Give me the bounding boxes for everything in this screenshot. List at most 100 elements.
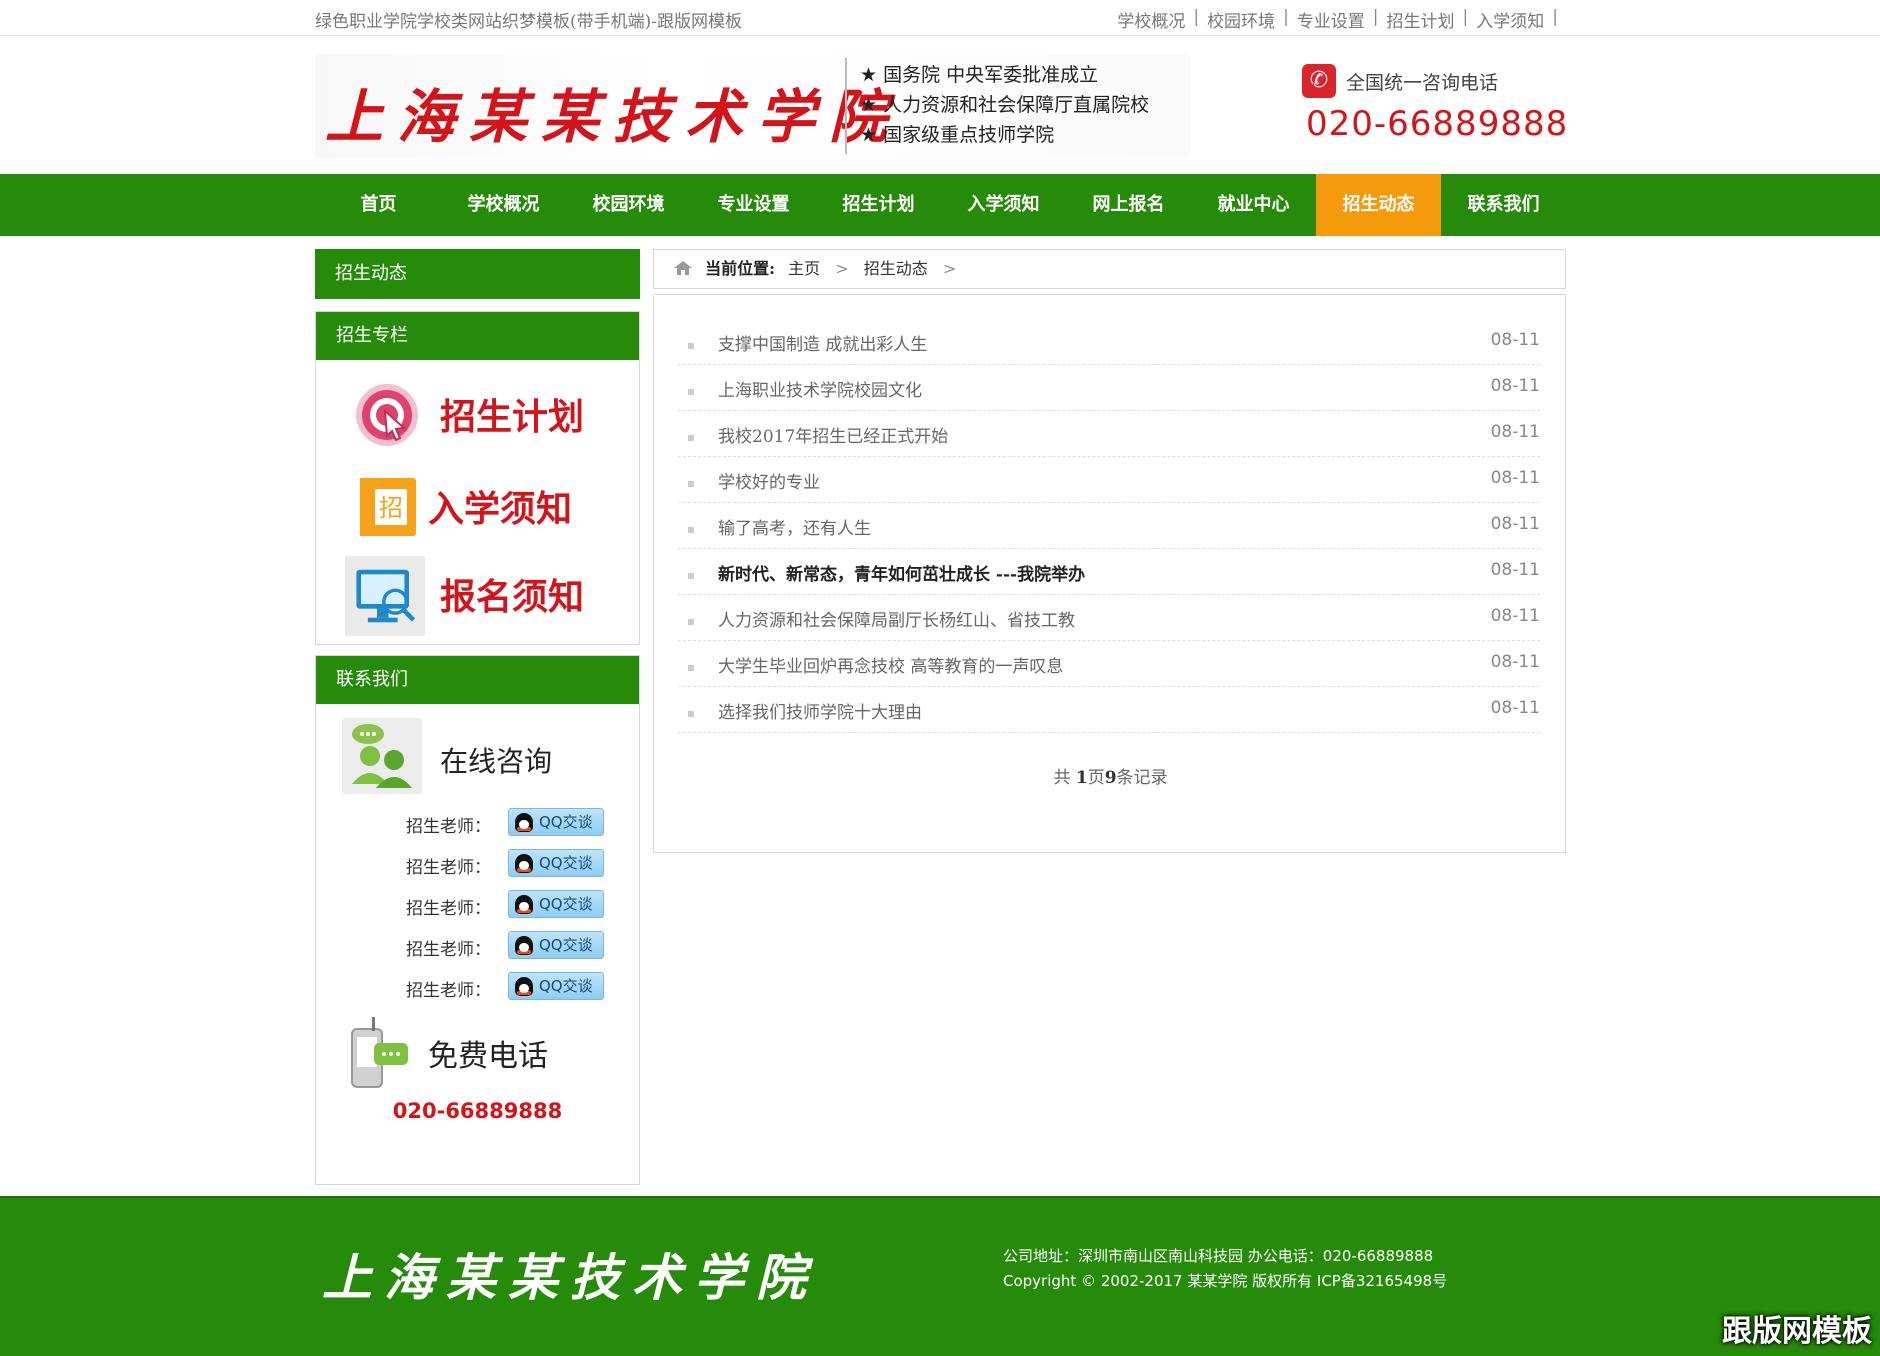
- top-link-majors[interactable]: 专业设置: [1297, 7, 1365, 32]
- breadcrumb-current[interactable]: 招生动态: [864, 259, 928, 278]
- news-item[interactable]: 我校2017年招生已经正式开始 08-11: [678, 411, 1540, 457]
- top-link-admission-notice[interactable]: 入学须知: [1476, 7, 1544, 32]
- breadcrumb-home[interactable]: 主页: [788, 259, 820, 278]
- bullet: [688, 389, 694, 395]
- bullet: [688, 573, 694, 579]
- qq-row: 招生老师： QQ交谈: [316, 804, 639, 845]
- news-title[interactable]: 大学生毕业回炉再念技校 高等教育的一声叹息: [718, 652, 1063, 677]
- promo-label: 招生计划: [440, 397, 585, 438]
- footer-copyright: Copyright © 2002-2017 某某学院 版权所有 ICP备3216…: [1003, 1272, 1448, 1290]
- footer: 上海某某技术学院 公司地址：深圳市南山区南山科技园 办公电话：020-66889…: [0, 1196, 1880, 1356]
- free-call: 免费电话: [316, 1009, 639, 1099]
- nav-item-contact[interactable]: 联系我们: [1441, 174, 1566, 236]
- nav-item-enrollment-news[interactable]: 招生动态: [1316, 174, 1441, 236]
- news-date: 08-11: [1490, 560, 1540, 580]
- hotline-label: 全国统一咨询电话: [1346, 72, 1499, 94]
- breadcrumb-prefix: 当前位置:: [705, 259, 776, 278]
- site-title: 绿色职业学院学校类网站织梦模板(带手机端)-跟版网模板: [315, 12, 743, 32]
- qq-row: 招生老师： QQ交谈: [316, 927, 639, 968]
- qq-chat-button[interactable]: QQ交谈: [508, 808, 604, 836]
- chat-users-icon: [342, 718, 422, 794]
- nav-item-school-overview[interactable]: 学校概况: [441, 174, 566, 236]
- news-title[interactable]: 人力资源和社会保障局副厅长杨红山、省技工教: [718, 606, 1075, 631]
- news-title[interactable]: 上海职业技术学院校园文化: [718, 376, 922, 401]
- bullet: [688, 711, 694, 717]
- qq-chat-label: QQ交谈: [539, 977, 593, 995]
- promo-admission-notice[interactable]: 招 入学须知: [316, 462, 639, 544]
- news-title[interactable]: 输了高考，还有人生: [718, 514, 871, 539]
- qq-chat-label: QQ交谈: [539, 854, 593, 872]
- watermark-logo: 跟版网模板: [1722, 1314, 1872, 1349]
- nav-item-majors[interactable]: 专业设置: [691, 174, 816, 236]
- breadcrumb-separator: >: [942, 259, 957, 278]
- qq-chat-button[interactable]: QQ交谈: [508, 890, 604, 918]
- top-link-school-overview[interactable]: 学校概况: [1117, 7, 1185, 32]
- bullet: [688, 619, 694, 625]
- teacher-label: 招生老师：: [406, 899, 491, 919]
- news-date: 08-11: [1490, 376, 1540, 396]
- qq-chat-label: QQ交谈: [539, 936, 593, 954]
- top-bar: 绿色职业学院学校类网站织梦模板(带手机端)-跟版网模板 学校概况 | 校园环境 …: [0, 0, 1880, 36]
- pager-records: 9: [1104, 768, 1117, 788]
- qq-chat-button[interactable]: QQ交谈: [508, 972, 604, 1000]
- news-date: 08-11: [1490, 468, 1540, 488]
- qq-chat-label: QQ交谈: [539, 895, 593, 913]
- news-title[interactable]: 学校好的专业: [718, 468, 820, 493]
- promo-registration-notice[interactable]: 报名须知: [316, 550, 639, 636]
- monitor-search-icon: [345, 556, 425, 636]
- separator: |: [1283, 7, 1289, 27]
- qq-chat-label: QQ交谈: [539, 813, 593, 831]
- top-link-enrollment-plan[interactable]: 招生计划: [1387, 7, 1455, 32]
- nav-item-employment[interactable]: 就业中心: [1191, 174, 1316, 236]
- news-item[interactable]: 支撑中国制造 成就出彩人生 08-11: [678, 319, 1540, 365]
- promo-label: 入学须知: [428, 489, 573, 530]
- nav-item-enrollment-plan[interactable]: 招生计划: [816, 174, 941, 236]
- news-item[interactable]: 新时代、新常态，青年如何茁壮成长 ---我院举办 08-11: [678, 549, 1540, 595]
- news-title[interactable]: 支撑中国制造 成就出彩人生: [718, 330, 927, 355]
- target-icon: [356, 384, 418, 446]
- sidebar-category-title[interactable]: 招生动态: [315, 249, 640, 299]
- news-list-box: 支撑中国制造 成就出彩人生 08-11 上海职业技术学院校园文化 08-11 我校2…: [653, 294, 1566, 853]
- promo-label: 报名须知: [440, 577, 585, 618]
- footer-info: 公司地址：深圳市南山区南山科技园 办公电话：020-66889888 Copyr…: [1003, 1244, 1447, 1294]
- header-logo-banner[interactable]: 上海某某技术学院 ★ 国务院 中央军委批准成立 ★ 人力资源和社会保障厅直属院校…: [315, 54, 1190, 158]
- news-item[interactable]: 选择我们技师学院十大理由 08-11: [678, 687, 1540, 733]
- qq-chat-button[interactable]: QQ交谈: [508, 931, 604, 959]
- home-icon: [674, 261, 692, 275]
- sidebar-contact-box: 联系我们 在线咨询 招生老师： QQ交谈 招生老师： QQ交谈 招生老师： QQ…: [315, 655, 640, 1185]
- qq-row: 招生老师： QQ交谈: [316, 886, 639, 927]
- news-item[interactable]: 大学生毕业回炉再念技校 高等教育的一声叹息 08-11: [678, 641, 1540, 687]
- pagination-info: 共 1页9条记录: [654, 763, 1567, 788]
- news-item[interactable]: 人力资源和社会保障局副厅长杨红山、省技工教 08-11: [678, 595, 1540, 641]
- sidebar-contact-title: 联系我们: [316, 656, 639, 704]
- top-link-campus[interactable]: 校园环境: [1207, 7, 1275, 32]
- qq-row: 招生老师： QQ交谈: [316, 845, 639, 886]
- free-call-label: 免费电话: [428, 1039, 548, 1074]
- nav-item-home[interactable]: 首页: [316, 174, 441, 236]
- header-bullet: ★ 国务院 中央军委批准成立: [860, 64, 1099, 86]
- nav-item-admission-notice[interactable]: 入学须知: [941, 174, 1066, 236]
- news-date: 08-11: [1490, 422, 1540, 442]
- nav-item-campus[interactable]: 校园环境: [566, 174, 691, 236]
- qq-penguin-icon: [515, 813, 533, 832]
- separator: |: [1552, 7, 1558, 27]
- phone-icon: ✆: [1302, 64, 1336, 98]
- qq-chat-button[interactable]: QQ交谈: [508, 849, 604, 877]
- footer-address: 公司地址：深圳市南山区南山科技园 办公电话：020-66889888: [1003, 1247, 1434, 1265]
- news-item[interactable]: 学校好的专业 08-11: [678, 457, 1540, 503]
- news-title[interactable]: 选择我们技师学院十大理由: [718, 698, 922, 723]
- nav-item-online-registration[interactable]: 网上报名: [1066, 174, 1191, 236]
- news-item[interactable]: 上海职业技术学院校园文化 08-11: [678, 365, 1540, 411]
- top-links: 学校概况 | 校园环境 | 专业设置 | 招生计划 | 入学须知 |: [1117, 7, 1566, 32]
- news-date: 08-11: [1490, 514, 1540, 534]
- news-title[interactable]: 新时代、新常态，青年如何茁壮成长 ---我院举办: [718, 560, 1085, 585]
- breadcrumb: 当前位置: 主页 > 招生动态 >: [653, 249, 1566, 289]
- teacher-label: 招生老师：: [406, 940, 491, 960]
- news-title[interactable]: 我校2017年招生已经正式开始: [718, 422, 948, 447]
- header-bullet: ★ 人力资源和社会保障厅直属院校: [860, 94, 1150, 116]
- news-item[interactable]: 输了高考，还有人生 08-11: [678, 503, 1540, 549]
- qq-penguin-icon: [515, 895, 533, 914]
- promo-enrollment-plan[interactable]: 招生计划: [316, 370, 639, 452]
- header-bullets: ★ 国务院 中央军委批准成立 ★ 人力资源和社会保障厅直属院校 ★ 国家级重点技…: [860, 60, 1149, 150]
- qq-penguin-icon: [515, 854, 533, 873]
